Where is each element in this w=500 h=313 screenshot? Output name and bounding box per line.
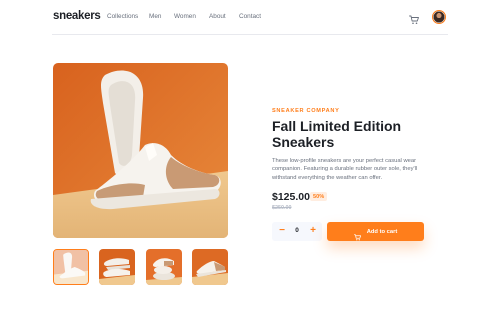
plus-icon[interactable]: + — [307, 225, 319, 238]
site-header: sneakers Collections Men Women About Con… — [52, 0, 448, 35]
cart-icon[interactable] — [409, 12, 419, 25]
nav-link-contact[interactable]: Contact — [239, 13, 261, 20]
current-price: $125.00 — [272, 191, 310, 203]
minus-icon[interactable]: − — [276, 225, 288, 238]
nav-link-women[interactable]: Women — [174, 13, 209, 20]
add-to-cart-button[interactable]: Add to cart — [327, 222, 424, 241]
avatar[interactable] — [432, 10, 446, 24]
thumbnail-4[interactable] — [192, 249, 228, 285]
nav-link-about[interactable]: About — [209, 13, 239, 20]
discount-badge: 50% — [310, 192, 328, 201]
thumbnail-image — [99, 249, 135, 285]
nav-link-collections[interactable]: Collections — [107, 13, 149, 20]
thumbnail-1[interactable] — [53, 249, 89, 285]
quantity-value: 0 — [295, 227, 299, 234]
thumbnail-image — [146, 249, 182, 285]
thumbnail-image — [192, 249, 228, 285]
thumbnail-strip — [53, 249, 228, 285]
thumbnail-3[interactable] — [146, 249, 182, 285]
thumbnail-image — [54, 250, 88, 284]
thumbnail-2[interactable] — [99, 249, 135, 285]
nav-link-men[interactable]: Men — [149, 13, 174, 20]
add-to-cart-label: Add to cart — [366, 228, 398, 235]
original-price: $250.00 — [272, 205, 292, 211]
logo[interactable]: sneakers — [53, 10, 101, 22]
cart-icon — [353, 228, 361, 241]
quantity-stepper: − 0 + — [272, 222, 322, 241]
company-label: Sneaker Company — [272, 108, 340, 114]
sneaker-photo — [53, 63, 228, 238]
product-title: Fall Limited Edition Sneakers — [272, 118, 402, 150]
main-nav: Collections Men Women About Contact — [107, 13, 261, 20]
product-main-image[interactable] — [53, 63, 228, 238]
product-description: These low-profile sneakers are your perf… — [272, 158, 418, 181]
